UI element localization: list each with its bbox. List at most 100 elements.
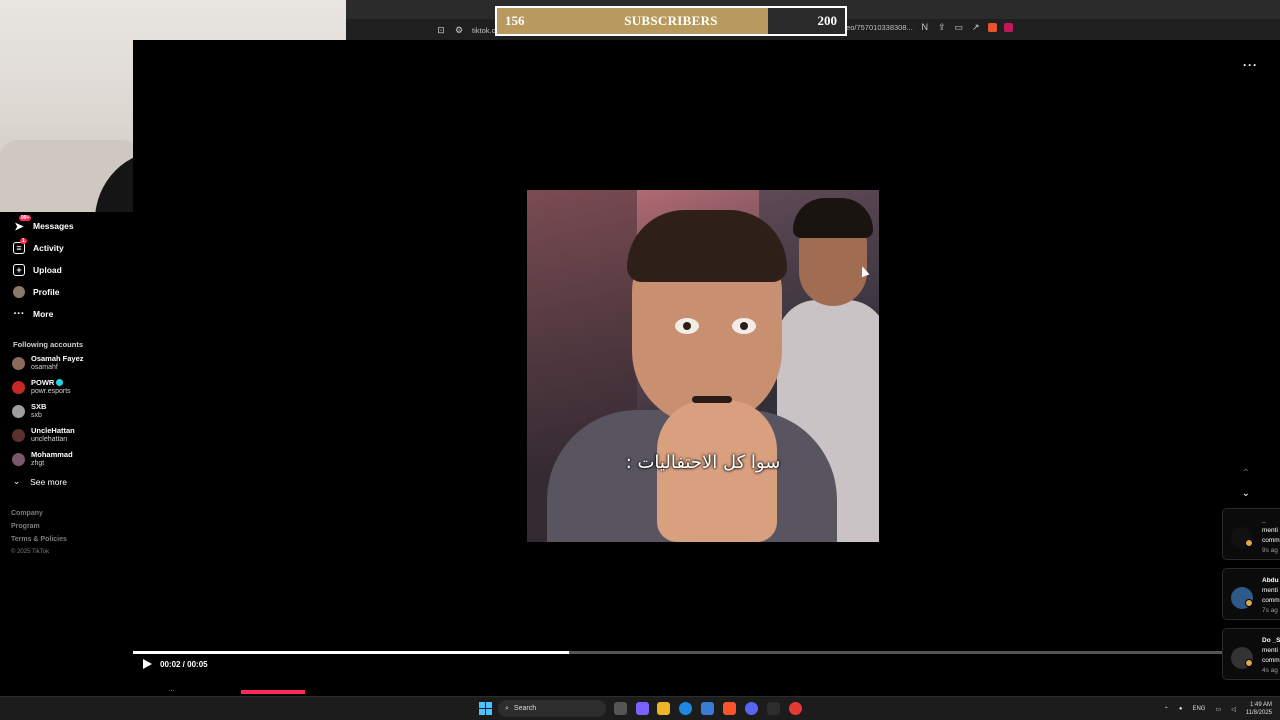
activity-badge: 1 (20, 238, 27, 244)
play-icon[interactable] (143, 659, 152, 669)
language-indicator[interactable]: ENG (1192, 706, 1205, 712)
nav-activity-label: Activity (33, 243, 64, 253)
following-account-item[interactable]: UncleHattan unclehattan (12, 426, 75, 444)
video-time: 00:02 / 00:05 (160, 659, 208, 669)
mic-icon[interactable]: ● (1179, 706, 1183, 712)
store-icon[interactable] (701, 702, 714, 715)
video-author-partial: ... (169, 687, 175, 693)
account-handle: unclehattan (31, 436, 68, 443)
notification-card[interactable]: Do _S menti comm 4s ag (1222, 628, 1280, 680)
windows-start-icon[interactable] (479, 702, 492, 715)
previous-video-chevron-up-icon[interactable]: ⌃ (1242, 468, 1250, 479)
account-name: UncleHattan (31, 426, 75, 435)
terminal-icon[interactable] (767, 702, 780, 715)
account-avatar (12, 452, 25, 466)
notification-line1: menti (1262, 527, 1278, 534)
account-name-row: POWR (31, 378, 71, 387)
inbox-icon: ≡ 1 (13, 238, 27, 254)
file-explorer-icon[interactable] (657, 702, 670, 715)
windows-taskbar: ⌕ Search ⌃ ● ENG ▭ ◁ 1:49 AM 11/8/2025 (0, 696, 1280, 720)
notification-line1: menti (1262, 587, 1278, 594)
tune-icon[interactable]: ⚙ (454, 25, 464, 35)
reader-icon[interactable]: N (920, 22, 930, 32)
following-account-item[interactable]: POWR powr.esports (12, 378, 71, 396)
video-progress-bar[interactable] (133, 651, 1223, 654)
subscriber-goal-widget: 156 SUBSCRIBERS 200 (495, 6, 847, 36)
brave-shield-icon[interactable] (987, 22, 997, 32)
copilot-icon[interactable] (636, 702, 649, 715)
notification-badge-icon (1245, 539, 1253, 547)
notification-time: 7s ag (1262, 607, 1278, 614)
notification-line2: comm (1262, 537, 1280, 544)
account-handle: powr.esports (31, 388, 71, 395)
cast-icon[interactable]: ▭ (954, 22, 964, 32)
messages-badge: 99+ (19, 215, 32, 221)
video-player-area: ··· سوا كل الاحتفاليات : ⌃ ⌄ 00:02 / 00:… (133, 40, 1280, 694)
nav-more-label: More (33, 309, 54, 319)
address-bar[interactable]: ⊡ ⚙ tiktok.c (436, 21, 495, 39)
system-tray: ⌃ ● ENG ▭ ◁ 1:49 AM 11/8/2025 (1164, 697, 1272, 720)
subscriber-label: SUBSCRIBERS (624, 13, 718, 28)
brave-icon[interactable] (723, 702, 736, 715)
network-icon[interactable]: ▭ (1215, 706, 1221, 713)
brave-rewards-icon[interactable] (1003, 22, 1013, 32)
chevron-up-icon[interactable]: ⌃ (1164, 706, 1169, 713)
see-more-button[interactable]: ⌄ See more (13, 476, 67, 487)
discord-icon[interactable] (745, 702, 758, 715)
account-avatar (12, 404, 25, 418)
tiktok-sidebar: ➤ 99+ Messages ≡ 1 Activity + Upload Profi… (0, 212, 133, 694)
notification-card[interactable]: _menti comm 9s ag (1222, 508, 1280, 560)
follow-button-partial[interactable] (241, 690, 305, 694)
notification-line1: menti (1262, 647, 1278, 654)
task-view-icon[interactable] (614, 702, 627, 715)
volume-icon[interactable]: ◁ (1231, 706, 1236, 713)
footer-company-link[interactable]: Company (11, 510, 43, 517)
notification-time: 4s ag (1262, 667, 1278, 674)
edge-icon[interactable] (679, 702, 692, 715)
video-person-mustache (692, 396, 732, 403)
url-text-left[interactable]: tiktok.c (472, 26, 495, 35)
chevron-down-icon: ⌄ (13, 476, 21, 486)
video-stage[interactable]: سوا كل الاحتفاليات : (527, 52, 879, 680)
notification-name: _ (1262, 517, 1266, 524)
nav-profile-label: Profile (33, 287, 60, 297)
video-frame[interactable]: سوا كل الاحتفاليات : (527, 190, 879, 542)
notification-badge-icon (1245, 659, 1253, 667)
following-account-item[interactable]: Osamah Fayez osamahf (12, 354, 84, 372)
account-handle: osamahf (31, 364, 58, 371)
notification-name: Abdu (1262, 577, 1279, 584)
account-avatar (12, 380, 25, 394)
notification-name: Do _S (1262, 637, 1280, 644)
account-name: Osamah Fayez (31, 354, 84, 363)
nav-profile[interactable]: Profile (13, 286, 59, 298)
nav-upload[interactable]: + Upload (13, 264, 62, 276)
next-video-chevron-down-icon[interactable]: ⌄ (1242, 488, 1250, 499)
share-icon[interactable]: ⇪ (937, 22, 947, 32)
notification-card[interactable]: Abdu menti comm 7s ag (1222, 568, 1280, 620)
following-account-item[interactable]: Mohammad zhgt (12, 450, 73, 468)
following-accounts-title: Following accounts (13, 340, 84, 349)
footer-terms-link[interactable]: Terms & Policies (11, 536, 67, 543)
more-options-icon[interactable]: ··· (1243, 58, 1258, 72)
bookmark-icon[interactable]: ⊡ (436, 25, 446, 35)
nav-more[interactable]: ··· More (13, 308, 54, 320)
notification-badge-icon (1245, 599, 1253, 607)
clock[interactable]: 1:49 AM 11/8/2025 (1246, 701, 1272, 717)
account-avatar (12, 428, 25, 442)
notification-time: 9s ag (1262, 547, 1278, 554)
nav-activity[interactable]: ≡ 1 Activity (13, 238, 64, 254)
video-progress-fill (133, 651, 569, 654)
obs-icon[interactable] (789, 702, 802, 715)
account-handle: zhgt (31, 460, 45, 467)
footer-program-link[interactable]: Program (11, 523, 40, 530)
plus-square-icon: + (13, 264, 25, 276)
external-icon[interactable]: ↗ (971, 22, 981, 32)
nav-messages[interactable]: ➤ 99+ Messages (13, 215, 74, 233)
player-controls: 00:02 / 00:05 (143, 659, 208, 669)
send-icon: ➤ 99+ (14, 215, 32, 233)
following-account-item[interactable]: SXB sxb (12, 402, 46, 420)
account-avatar (12, 356, 25, 370)
taskbar-search[interactable]: ⌕ Search (498, 700, 606, 717)
account-name: SXB (31, 402, 47, 411)
nav-upload-label: Upload (33, 265, 62, 275)
